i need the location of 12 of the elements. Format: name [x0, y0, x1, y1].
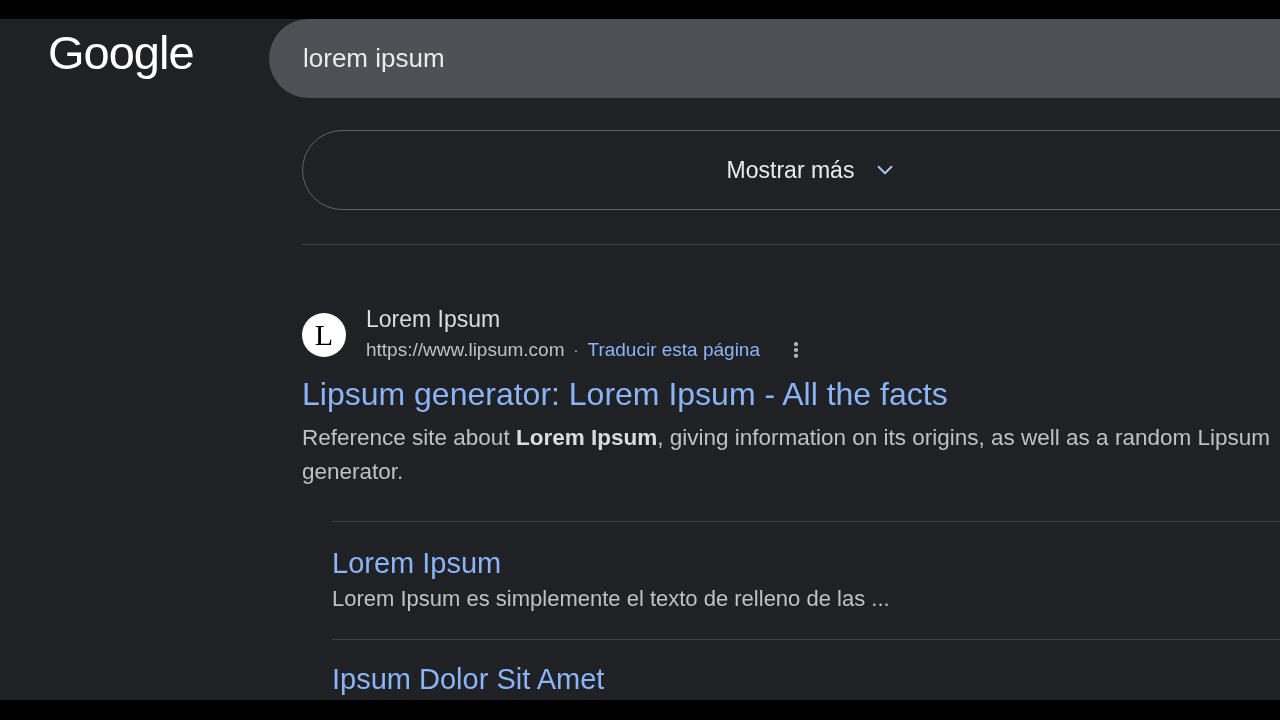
result-snippet: Reference site about Lorem Ipsum, giving information on its origins, as well as a random Lipsum generator.	[302, 424, 1271, 486]
search-field[interactable]: lorem ipsum	[269, 19, 1280, 98]
result-title-link[interactable]: Lipsum generator: Lorem Ipsum - All the facts	[302, 374, 948, 414]
site-favicon: L	[302, 313, 346, 357]
sitelink-description: Lorem Ipsum es simplemente el texto de relleno de las ...	[332, 585, 890, 613]
sitelink-title[interactable]: Ipsum Dolor Sit Amet	[332, 661, 605, 697]
translate-link[interactable]: Traducir esta página	[587, 338, 760, 362]
google-logo[interactable]: Google	[48, 26, 194, 79]
site-url: https://www.lipsum.com	[366, 338, 565, 362]
sitelink-title[interactable]: Lorem Ipsum	[332, 545, 502, 581]
site-name[interactable]: Lorem Ipsum	[366, 305, 501, 333]
separator-dot: ·	[573, 340, 579, 360]
